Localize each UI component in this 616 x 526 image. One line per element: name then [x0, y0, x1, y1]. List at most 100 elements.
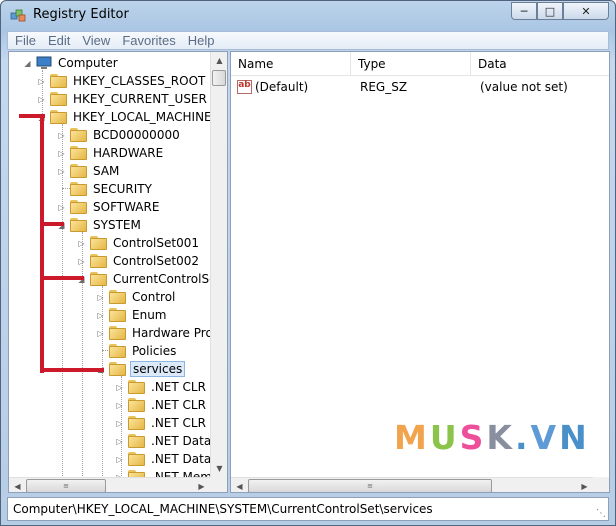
value-row[interactable]: ab (Default) REG_SZ (value not set) — [231, 77, 609, 97]
tree-horizontal-scrollbar[interactable]: ◀ ≡ ▶ — [9, 477, 210, 492]
menu-view[interactable]: View — [76, 33, 116, 48]
annotation-mark — [40, 222, 64, 226]
expand-arrow-icon[interactable]: ▷ — [57, 131, 66, 140]
tree-item[interactable]: ▷ SAM — [57, 162, 121, 180]
tree-item[interactable]: ▷ ControlSet002 — [77, 252, 201, 270]
folder-icon — [128, 452, 145, 466]
tree-item-label: SOFTWARE — [93, 200, 160, 214]
scroll-right-icon[interactable]: ▶ — [193, 478, 210, 492]
expand-arrow-icon[interactable]: ▷ — [115, 401, 124, 410]
tree-item[interactable]: ▷ .NET CLR N — [115, 414, 221, 432]
scroll-thumb[interactable] — [212, 70, 226, 86]
folder-icon — [90, 236, 107, 250]
tree-item[interactable]: ▷ HARDWARE — [57, 144, 165, 162]
close-button[interactable]: ✕ — [563, 2, 609, 20]
menu-file[interactable]: File — [8, 33, 42, 48]
tree-item[interactable]: ▷ .NET CLR D — [115, 378, 221, 396]
menu-favorites[interactable]: Favorites — [116, 33, 181, 48]
value-name: (Default) — [255, 80, 309, 94]
tree-item-label: Enum — [132, 308, 167, 322]
tree-item[interactable]: ◢services — [96, 360, 186, 378]
expand-arrow-icon[interactable]: ▷ — [57, 203, 66, 212]
expand-arrow-icon[interactable]: ▷ — [37, 77, 46, 86]
scroll-left-icon[interactable]: ◀ — [9, 478, 26, 492]
scroll-down-icon[interactable]: ▼ — [211, 460, 227, 477]
folder-icon — [109, 344, 126, 358]
expand-arrow-icon[interactable]: ▷ — [37, 95, 46, 104]
tree-item[interactable]: ▷ .NET Data I — [115, 432, 221, 450]
scroll-right-icon[interactable]: ▶ — [576, 478, 593, 492]
tree-item-label: CurrentControlSet — [113, 272, 222, 286]
scroll-thumb[interactable]: ≡ — [26, 479, 106, 492]
annotation-mark — [40, 276, 84, 280]
tree-item[interactable]: ▷ HKEY_CLASSES_ROOT — [37, 72, 207, 90]
title-bar[interactable]: Registry Editor ─ □ ✕ — [1, 1, 615, 29]
folder-icon — [70, 128, 87, 142]
tree-vertical-scrollbar[interactable]: ▲ ▼ — [210, 52, 227, 477]
column-header-type[interactable]: Type — [351, 52, 471, 76]
tree-item-label: Control — [132, 290, 176, 304]
tree-item[interactable]: Policies — [96, 342, 178, 360]
tree-item-label: HKEY_CLASSES_ROOT — [73, 74, 206, 88]
tree-item[interactable]: ◢SYSTEM — [57, 216, 143, 234]
folder-icon — [70, 164, 87, 178]
list-horizontal-scrollbar[interactable]: ◀ ≡ ▶ — [231, 477, 593, 492]
tree-item[interactable]: ◢CurrentControlSet — [77, 270, 223, 288]
grip-icon: ≡ — [367, 482, 373, 490]
tree-item[interactable]: ▷ HKEY_CURRENT_USER — [37, 90, 209, 108]
maximize-button[interactable]: □ — [537, 2, 563, 20]
tree-item[interactable]: ◢HKEY_LOCAL_MACHINE — [37, 108, 214, 126]
tree-item-label: SAM — [93, 164, 120, 178]
caption-buttons: ─ □ ✕ — [511, 2, 609, 20]
expand-arrow-icon[interactable]: ▷ — [115, 437, 124, 446]
expand-arrow-icon[interactable]: ▷ — [57, 149, 66, 158]
expand-arrow-icon[interactable]: ▷ — [96, 329, 105, 338]
watermark-letter: N — [559, 418, 590, 457]
folder-icon — [70, 200, 87, 214]
watermark-letter: S — [459, 418, 487, 457]
expand-arrow-icon[interactable]: ▷ — [57, 167, 66, 176]
scroll-thumb[interactable]: ≡ — [248, 479, 492, 492]
value-data: (value not set) — [480, 80, 568, 94]
folder-icon — [50, 74, 67, 88]
expand-arrow-icon — [96, 347, 105, 356]
collapse-arrow-icon[interactable]: ◢ — [23, 59, 32, 68]
tree-item[interactable]: SECURITY — [57, 180, 154, 198]
watermark-letter: U — [429, 418, 460, 457]
expand-arrow-icon[interactable]: ▷ — [96, 311, 105, 320]
tree-item[interactable]: ▷ ControlSet001 — [77, 234, 201, 252]
tree-item-computer[interactable]: ◢ Computer — [23, 54, 120, 72]
expand-arrow-icon[interactable]: ▷ — [115, 383, 124, 392]
tree-item[interactable]: ▷ BCD00000000 — [57, 126, 182, 144]
expand-arrow-icon[interactable]: ▷ — [115, 455, 124, 464]
folder-icon — [70, 218, 87, 232]
expand-arrow-icon[interactable]: ▷ — [77, 239, 86, 248]
folder-icon — [109, 308, 126, 322]
watermark-letter: K — [486, 418, 515, 457]
menu-help[interactable]: Help — [182, 33, 221, 48]
scrollbar-corner — [593, 477, 609, 492]
tree-item[interactable]: ▷ .NET CLR N — [115, 396, 221, 414]
expand-arrow-icon[interactable]: ▷ — [115, 419, 124, 428]
expand-arrow-icon[interactable]: ▷ — [96, 293, 105, 302]
tree-item[interactable]: ▷ Control — [96, 288, 177, 306]
column-header-name[interactable]: Name — [231, 52, 351, 76]
folder-icon — [90, 254, 107, 268]
values-list-pane[interactable]: Name Type Data ab (Default) REG_SZ (valu… — [230, 51, 610, 493]
registry-editor-window: Registry Editor ─ □ ✕ File Edit View Fav… — [0, 0, 616, 526]
tree-item[interactable]: ▷ Hardware Prof — [96, 324, 219, 342]
tree-item-label: services — [130, 361, 186, 377]
minimize-button[interactable]: ─ — [511, 2, 537, 20]
expand-arrow-icon[interactable]: ▷ — [77, 257, 86, 266]
tree-item[interactable]: ▷ SOFTWARE — [57, 198, 161, 216]
tree-item-label: ControlSet002 — [113, 254, 199, 268]
key-tree-pane[interactable]: ◢ Computer ▷ HKEY_CLASSES_ROOT ▷ HKEY_CURRE… — [8, 51, 228, 493]
scroll-up-icon[interactable]: ▲ — [211, 52, 227, 69]
tree-item[interactable]: ▷ Enum — [96, 306, 168, 324]
column-header-data[interactable]: Data — [471, 52, 609, 76]
menu-edit[interactable]: Edit — [42, 33, 76, 48]
status-bar: Computer\HKEY_LOCAL_MACHINE\SYSTEM\Curre… — [7, 497, 609, 521]
resize-grip-icon[interactable]: ⋱ — [596, 508, 606, 519]
tree-item[interactable]: ▷ .NET Data I — [115, 450, 221, 468]
scroll-left-icon[interactable]: ◀ — [231, 478, 248, 492]
